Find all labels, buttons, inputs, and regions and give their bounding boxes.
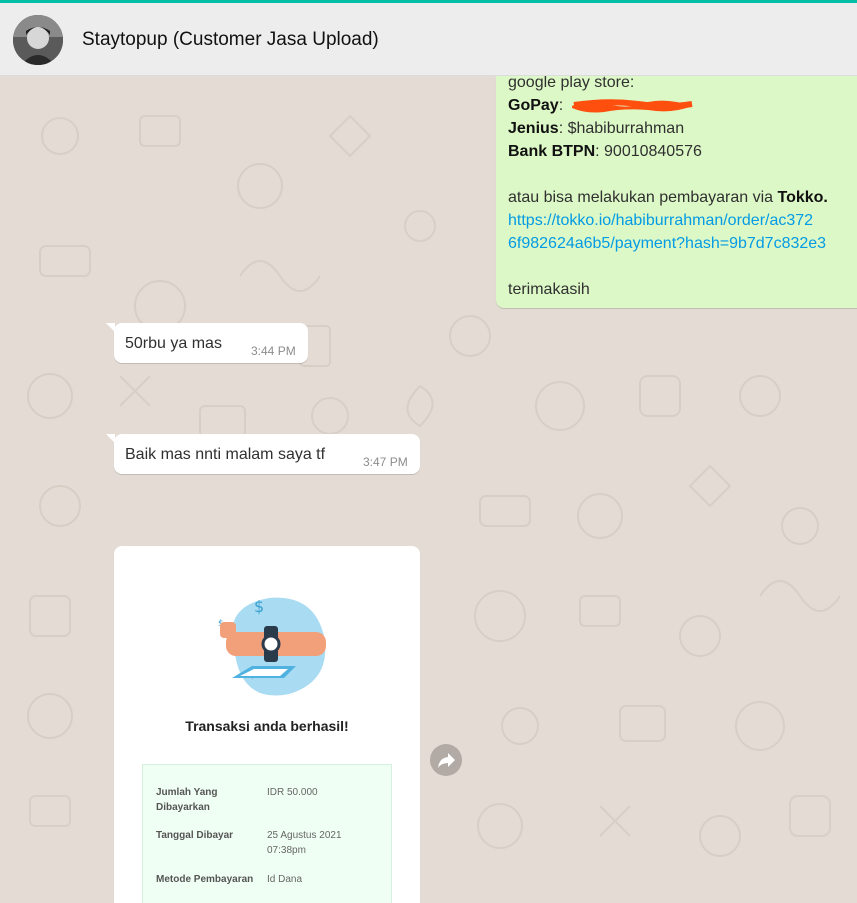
payment-link-line1[interactable]: https://tokko.io/habiburrahman/order/ac3… <box>508 209 857 232</box>
closing-text: terimakasih <box>508 281 590 298</box>
receipt-value-date: 25 Agustus 2021 07:38pm <box>267 830 342 856</box>
bubble-tail <box>106 434 115 443</box>
receipt-details-card: Jumlah Yang Dibayarkan IDR 50.000 Tangga… <box>142 764 392 903</box>
message-text: Baik mas nnti malam saya tf <box>125 446 326 463</box>
jenius-value: : $habiburrahman <box>558 120 685 137</box>
forward-arrow-icon <box>438 753 455 768</box>
outgoing-payment-message[interactable]: google play store: GoPay: Jenius: $habib… <box>496 76 857 308</box>
payment-link-line2[interactable]: 6f982624a6b5/payment?hash=9b7d7c832e3 <box>508 232 857 255</box>
gopay-colon: : <box>558 97 568 114</box>
jenius-label: Jenius <box>508 120 559 137</box>
avatar[interactable] <box>13 15 63 65</box>
redaction-scribble <box>571 98 693 113</box>
incoming-message[interactable]: Baik mas nnti malam saya tf 3:47 PM <box>106 434 420 474</box>
receipt-label-date: Tanggal Dibayar <box>156 830 234 841</box>
incoming-message[interactable]: 50rbu ya mas 3:44 PM <box>106 323 308 363</box>
jenius-line: Jenius: $habiburrahman <box>508 117 857 140</box>
incoming-receipt-image[interactable]: $ $ $ Transaksi anda berhasil! Jumlah Ya… <box>114 546 420 903</box>
chat-header: Staytopup (Customer Jasa Upload) <box>0 3 857 76</box>
tokko-label: Tokko. <box>777 189 828 206</box>
gopay-line: GoPay: <box>508 94 857 117</box>
btpn-label: Bank BTPN <box>508 143 596 160</box>
tokko-line: atau bisa melakukan pembayaran via Tokko… <box>508 186 857 209</box>
receipt-title: Transaksi anda berhasil! <box>185 718 349 734</box>
receipt-value-amount: IDR 50.000 <box>267 787 318 798</box>
bubble-tail <box>106 323 115 332</box>
receipt-label-amount: Jumlah Yang Dibayarkan <box>156 787 218 813</box>
btpn-line: Bank BTPN: 90010840576 <box>508 140 857 163</box>
btpn-value: : 90010840576 <box>595 143 702 160</box>
tokko-text: atau bisa melakukan pembayaran via <box>508 189 778 206</box>
receipt-value-method: Id Dana <box>267 874 303 885</box>
forward-button[interactable] <box>430 744 462 776</box>
receipt-label-method: Metode Pembayaran <box>156 874 254 885</box>
gopay-label: GoPay <box>508 97 559 114</box>
message-time: 3:44 PM <box>251 344 296 358</box>
message-time: 3:47 PM <box>363 455 408 469</box>
message-text: 50rbu ya mas <box>125 335 222 352</box>
svg-text:$: $ <box>254 597 264 616</box>
payment-success-illustration: $ $ $ <box>218 597 326 696</box>
payment-intro-text: google play store: <box>508 76 635 91</box>
contact-name[interactable]: Staytopup (Customer Jasa Upload) <box>82 29 379 51</box>
chat-area: google play store: GoPay: Jenius: $habib… <box>0 76 857 903</box>
